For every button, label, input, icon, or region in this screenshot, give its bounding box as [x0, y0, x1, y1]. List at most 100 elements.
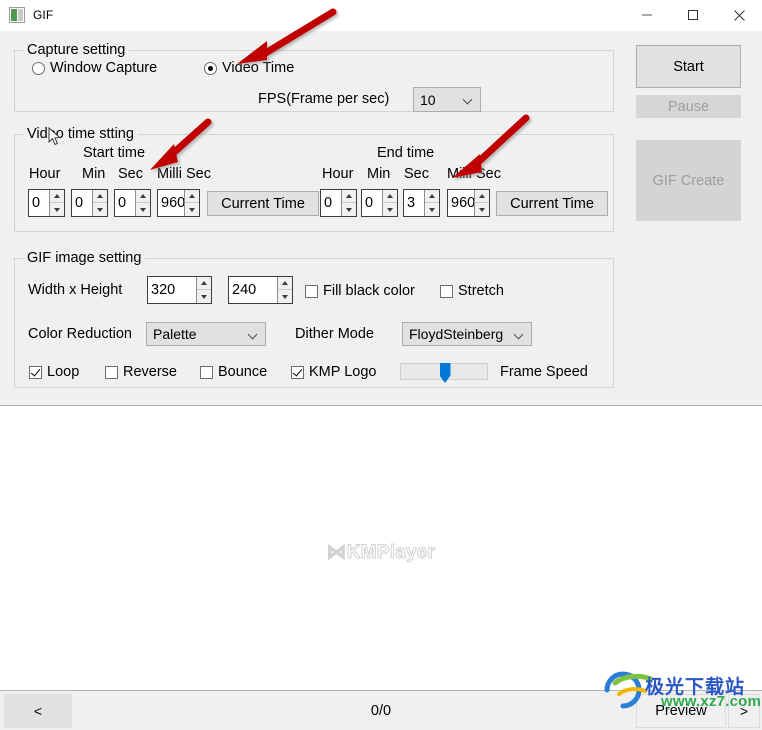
- capture-setting-title: Capture setting: [23, 42, 130, 58]
- spinner-down-icon[interactable]: [475, 203, 489, 216]
- start-current-time-button[interactable]: Current Time: [207, 191, 319, 216]
- checkbox-reverse[interactable]: Reverse: [105, 364, 177, 380]
- spinner-arrows[interactable]: [49, 190, 64, 216]
- end-hour-value: 0: [324, 195, 333, 211]
- end-min-value: 0: [365, 195, 374, 211]
- end-hour-spinner[interactable]: 0: [320, 189, 357, 217]
- pause-button-label: Pause: [667, 98, 710, 115]
- spinner-down-icon[interactable]: [342, 203, 356, 216]
- spinner-arrows[interactable]: [184, 190, 199, 216]
- start-sec-spinner[interactable]: 0: [114, 189, 151, 217]
- stretch-label: Stretch: [458, 283, 504, 299]
- start-milli-spinner[interactable]: 960: [157, 189, 200, 217]
- radio-mark-icon: [32, 61, 45, 75]
- gif-create-button-label: GIF Create: [652, 172, 725, 189]
- checkbox-kmp-logo[interactable]: KMP Logo: [291, 364, 376, 380]
- checkbox-mark-icon: [440, 284, 453, 298]
- spinner-up-icon[interactable]: [475, 190, 489, 203]
- end-current-time-label: Current Time: [510, 195, 594, 212]
- spinner-up-icon[interactable]: [278, 277, 292, 290]
- spinner-arrows[interactable]: [382, 190, 397, 216]
- preview-button[interactable]: Preview: [636, 694, 726, 728]
- spinner-up-icon[interactable]: [136, 190, 150, 203]
- checkbox-mark-icon: [200, 365, 213, 379]
- fps-value: 10: [420, 91, 436, 108]
- spinner-arrows[interactable]: [92, 190, 107, 216]
- spinner-arrows[interactable]: [341, 190, 356, 216]
- radio-window-capture[interactable]: Window Capture: [32, 60, 157, 76]
- radio-mark-icon: [204, 61, 217, 75]
- window-title: GIF: [33, 8, 54, 22]
- spinner-up-icon[interactable]: [342, 190, 356, 203]
- checkbox-bounce[interactable]: Bounce: [200, 364, 267, 380]
- spinner-arrows[interactable]: [277, 277, 292, 303]
- spinner-down-icon[interactable]: [197, 290, 211, 303]
- kmplayer-logo: ⋈ KMPlayer: [0, 541, 762, 564]
- window-controls: [624, 0, 762, 31]
- end-sec-spinner[interactable]: 3: [403, 189, 440, 217]
- spinner-arrows[interactable]: [474, 190, 489, 216]
- start-milli-value: 960: [161, 195, 184, 211]
- spinner-up-icon[interactable]: [425, 190, 439, 203]
- start-milli-label: Milli Sec: [157, 166, 211, 182]
- start-hour-spinner[interactable]: 0: [28, 189, 65, 217]
- start-button[interactable]: Start: [636, 45, 741, 88]
- color-reduction-combobox[interactable]: Palette: [146, 322, 266, 346]
- chevron-down-icon: [515, 330, 524, 339]
- spinner-down-icon[interactable]: [383, 203, 397, 216]
- dither-mode-combobox[interactable]: FloydSteinberg: [402, 322, 532, 346]
- minimize-icon[interactable]: [624, 0, 670, 31]
- checkbox-stretch[interactable]: Stretch: [440, 283, 504, 299]
- spinner-arrows[interactable]: [135, 190, 150, 216]
- start-min-label: Min: [82, 166, 106, 182]
- end-milli-spinner[interactable]: 960: [447, 189, 490, 217]
- width-height-label: Width x Height: [28, 282, 123, 298]
- spinner-down-icon[interactable]: [425, 203, 439, 216]
- kmplayer-logo-text: KMPlayer: [346, 542, 436, 564]
- start-hour-label: Hour: [29, 166, 61, 182]
- checkbox-loop[interactable]: Loop: [29, 364, 79, 380]
- width-value: 320: [151, 282, 176, 298]
- checkbox-fill-black-color[interactable]: Fill black color: [305, 283, 415, 299]
- spinner-up-icon[interactable]: [197, 277, 211, 290]
- spinner-down-icon[interactable]: [185, 203, 199, 216]
- spinner-arrows[interactable]: [196, 277, 211, 303]
- close-icon[interactable]: [716, 0, 762, 31]
- spinner-up-icon[interactable]: [93, 190, 107, 203]
- end-min-spinner[interactable]: 0: [361, 189, 398, 217]
- fps-label: FPS(Frame per sec): [258, 91, 390, 107]
- gif-capture-window: GIF Capture setting Window Capture Video…: [0, 0, 762, 730]
- chevron-down-icon: [464, 95, 473, 104]
- pause-button[interactable]: Pause: [636, 95, 741, 118]
- height-spinner[interactable]: 240: [228, 276, 293, 304]
- spinner-arrows[interactable]: [424, 190, 439, 216]
- reverse-label: Reverse: [123, 364, 177, 380]
- radio-video-time[interactable]: Video Time: [204, 60, 294, 76]
- spinner-down-icon[interactable]: [50, 203, 64, 216]
- start-current-time-label: Current Time: [221, 195, 305, 212]
- title-bar: GIF: [0, 0, 762, 31]
- video-time-setting-title: Video time stting: [23, 126, 138, 142]
- spinner-down-icon[interactable]: [93, 203, 107, 216]
- maximize-icon[interactable]: [670, 0, 716, 31]
- gif-create-button[interactable]: GIF Create: [636, 140, 741, 221]
- chevron-down-icon: [249, 330, 258, 339]
- next-frame-label: >: [739, 703, 749, 719]
- preview-area: ⋈ KMPlayer: [0, 405, 762, 690]
- spinner-up-icon[interactable]: [383, 190, 397, 203]
- end-current-time-button[interactable]: Current Time: [496, 191, 608, 216]
- width-spinner[interactable]: 320: [147, 276, 212, 304]
- frame-speed-slider[interactable]: [400, 363, 488, 383]
- loop-label: Loop: [47, 364, 80, 380]
- start-hour-value: 0: [32, 195, 41, 211]
- fps-combobox[interactable]: 10: [413, 87, 481, 112]
- spinner-up-icon[interactable]: [50, 190, 64, 203]
- next-frame-button[interactable]: >: [728, 694, 760, 728]
- radio-video-time-label: Video Time: [222, 60, 295, 76]
- fill-black-color-label: Fill black color: [323, 283, 415, 299]
- spinner-down-icon[interactable]: [278, 290, 292, 303]
- spinner-up-icon[interactable]: [185, 190, 199, 203]
- gif-app-icon: [9, 7, 25, 23]
- spinner-down-icon[interactable]: [136, 203, 150, 216]
- start-min-spinner[interactable]: 0: [71, 189, 108, 217]
